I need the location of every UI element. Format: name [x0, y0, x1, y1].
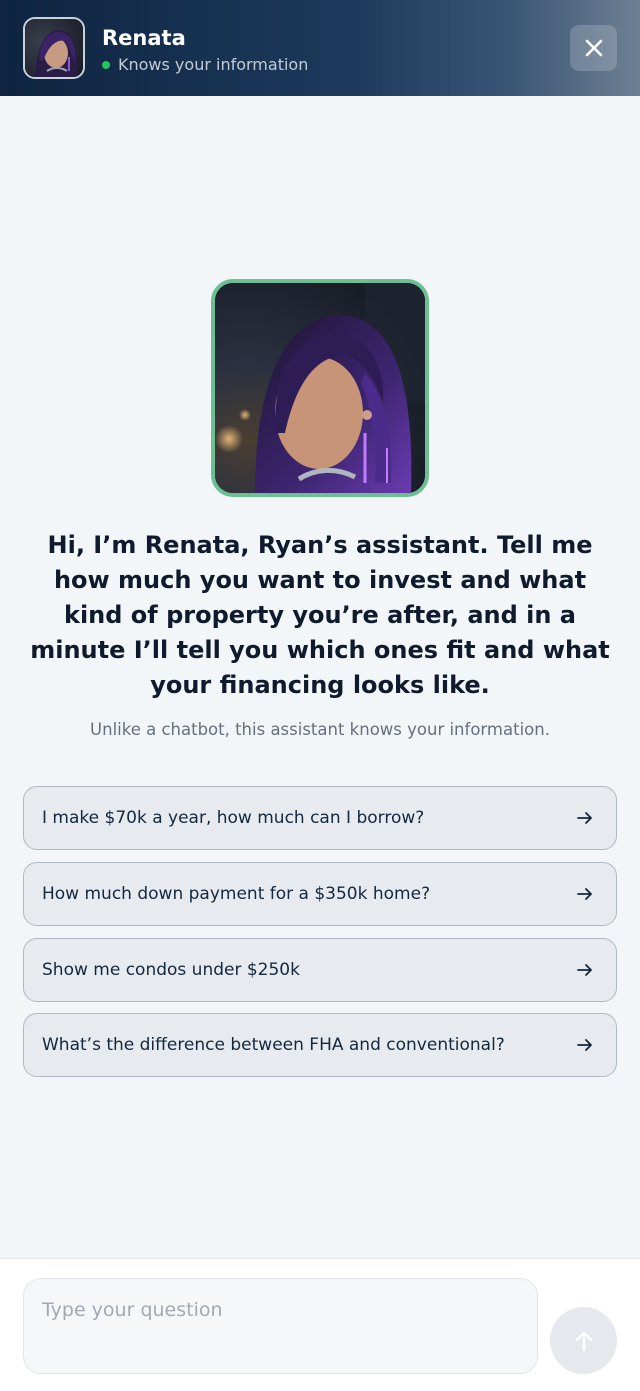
suggestion-label: Show me condos under $250k	[42, 960, 300, 980]
suggestion-chip[interactable]: Show me condos under $250k	[23, 938, 617, 1002]
assistant-status: Knows your information	[102, 55, 308, 74]
assistant-description: Unlike a chatbot, this assistant knows y…	[90, 720, 550, 739]
arrow-right-icon	[577, 812, 592, 824]
composer-bar	[0, 1258, 640, 1391]
question-input[interactable]	[23, 1278, 538, 1374]
suggestion-label: What’s the difference between FHA and co…	[42, 1035, 505, 1055]
assistant-avatar-large	[211, 279, 429, 497]
assistant-portrait-icon	[215, 283, 425, 493]
close-button[interactable]	[570, 25, 617, 71]
assistant-avatar-small	[23, 17, 85, 79]
arrow-up-icon	[575, 1331, 592, 1351]
chat-header: Renata Knows your information	[0, 0, 640, 96]
assistant-portrait-icon	[25, 19, 83, 77]
suggestion-label: How much down payment for a $350k home?	[42, 884, 431, 904]
online-status-icon	[102, 60, 110, 69]
suggestion-chip[interactable]: How much down payment for a $350k home?	[23, 862, 617, 926]
greeting-message: Hi, I’m Renata, Ryan’s assistant. Tell m…	[30, 531, 610, 699]
assistant-name: Renata	[102, 26, 186, 50]
send-button[interactable]	[550, 1307, 617, 1374]
suggestion-label: I make $70k a year, how much can I borro…	[42, 808, 425, 828]
suggestion-chip[interactable]: I make $70k a year, how much can I borro…	[23, 786, 617, 850]
suggestion-chip[interactable]: What’s the difference between FHA and co…	[23, 1013, 617, 1077]
assistant-status-label: Knows your information	[118, 55, 309, 74]
arrow-right-icon	[577, 1039, 592, 1051]
arrow-right-icon	[577, 964, 592, 976]
close-icon	[585, 39, 602, 57]
arrow-right-icon	[577, 888, 592, 900]
